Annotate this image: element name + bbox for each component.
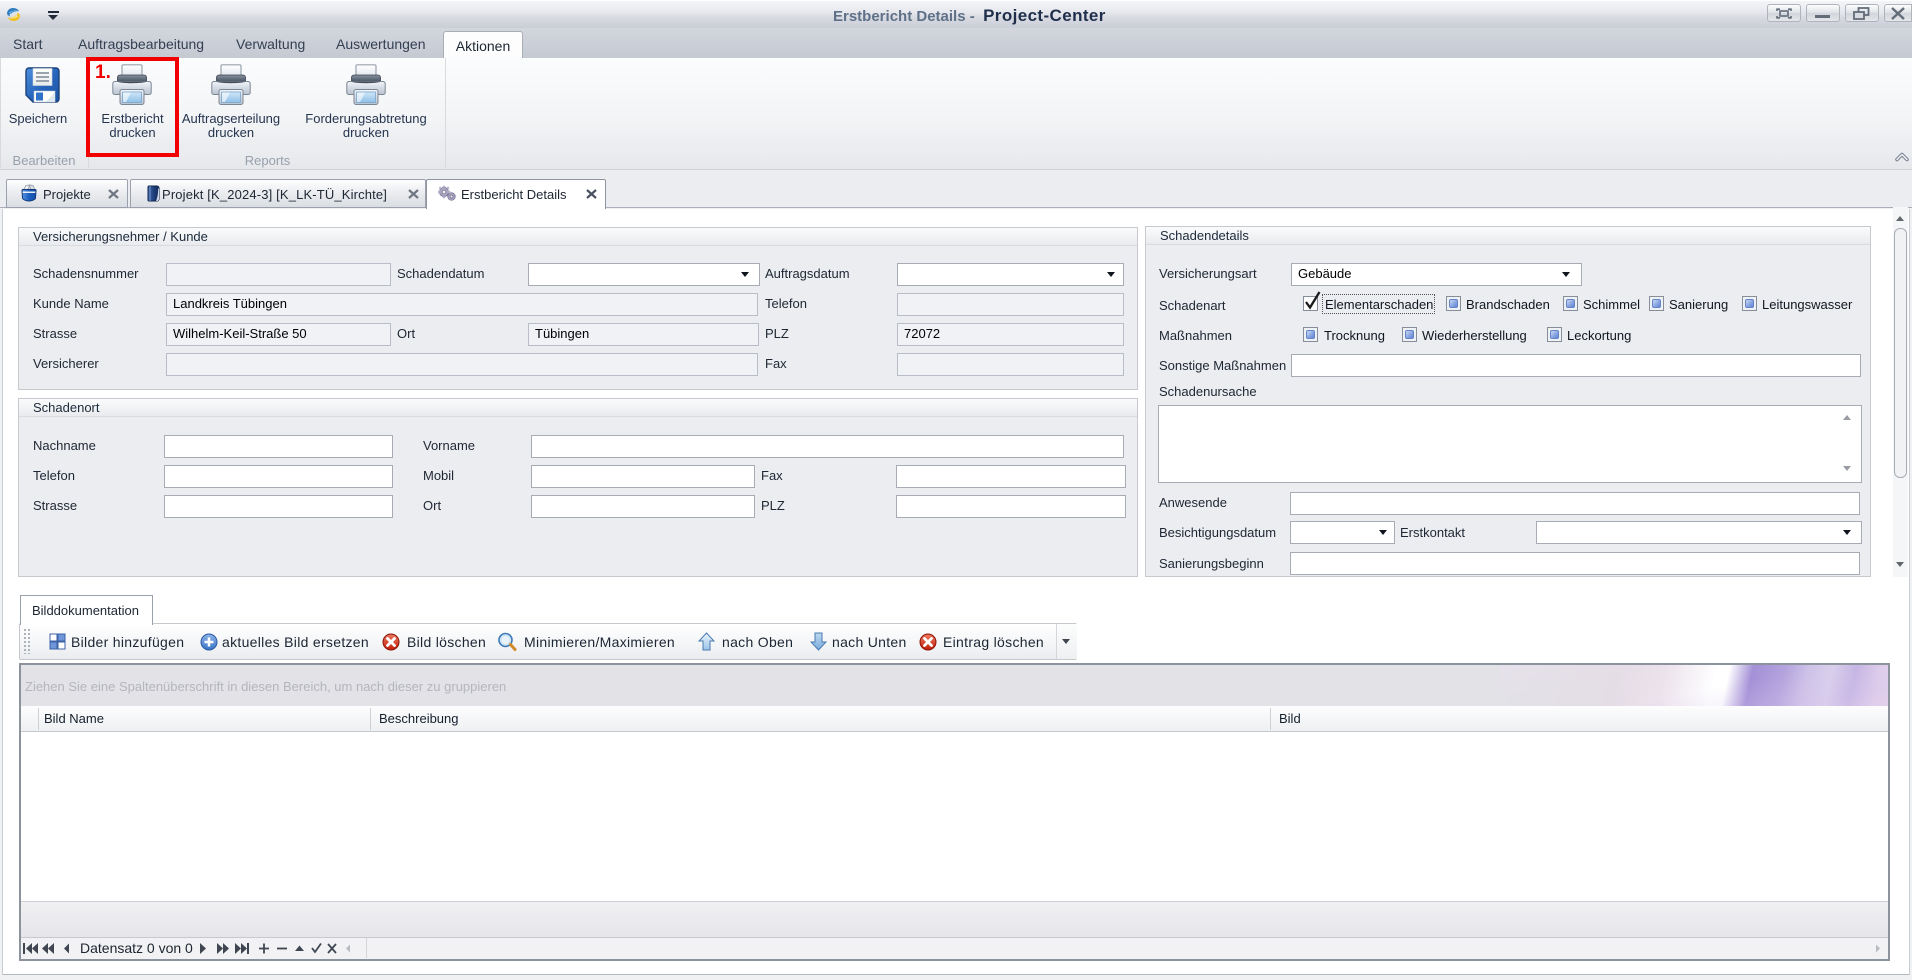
svg-text:Datensatz 0 von 0: Datensatz 0 von 0 [80,941,193,956]
